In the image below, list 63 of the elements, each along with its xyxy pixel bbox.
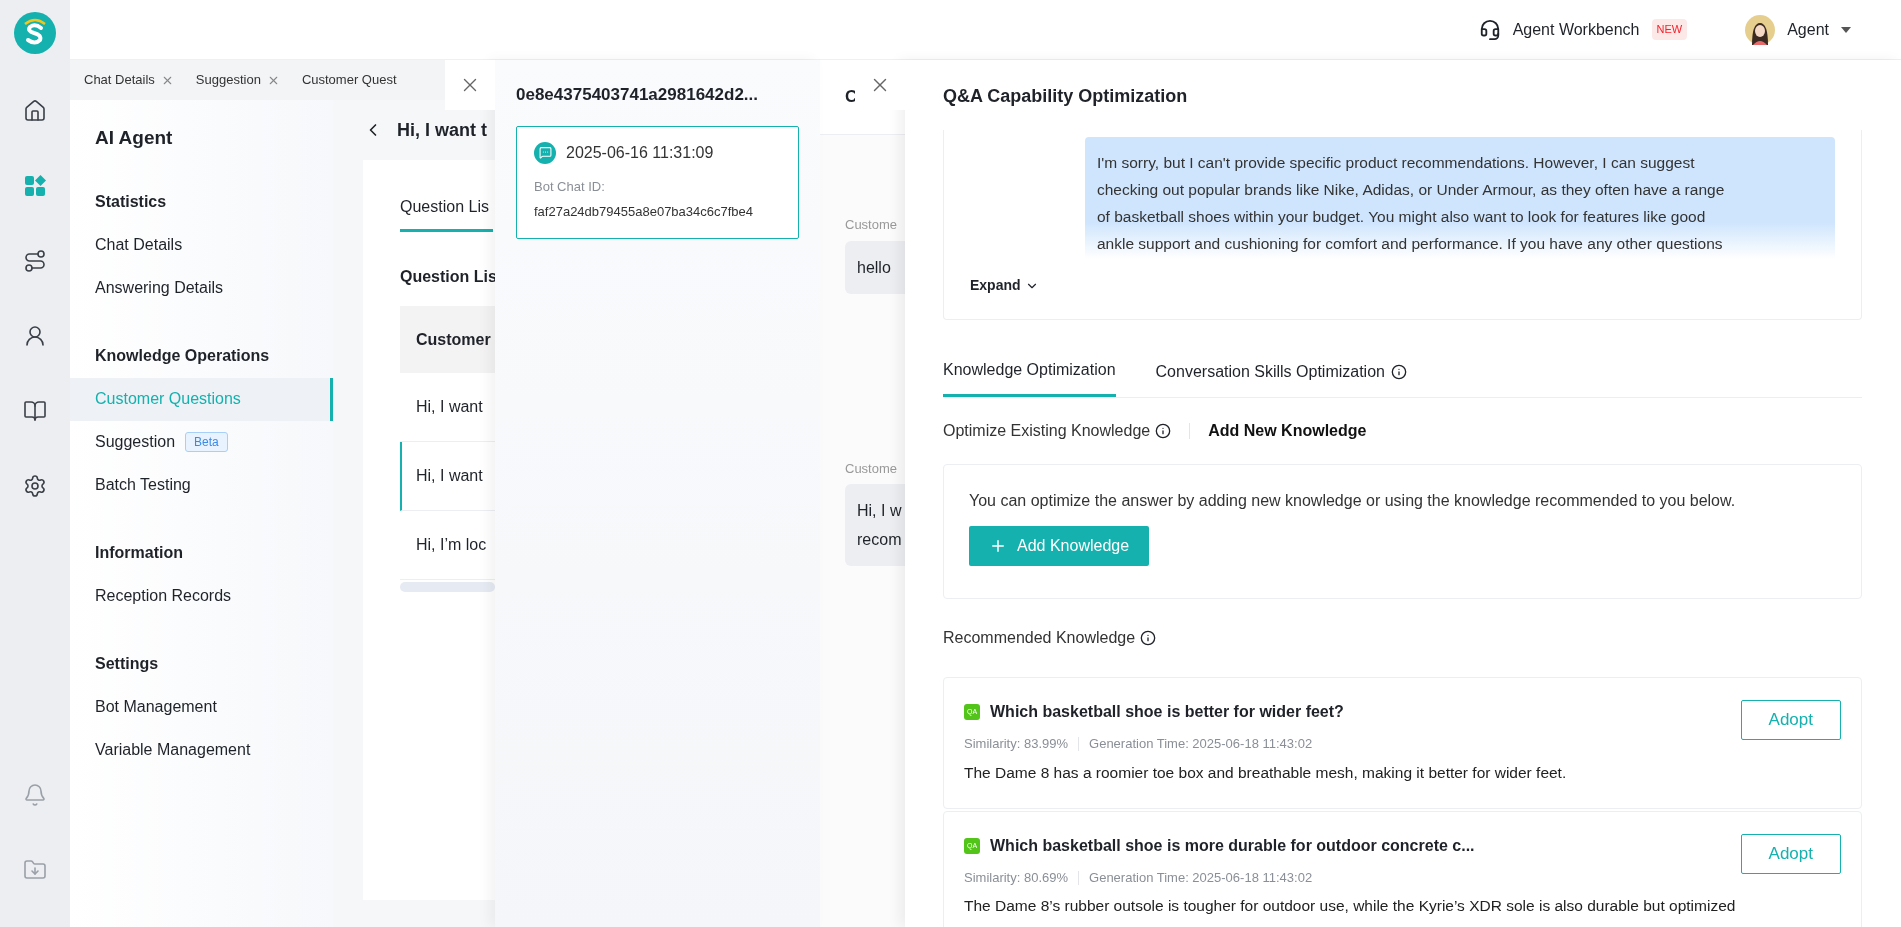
logo-icon bbox=[14, 12, 56, 54]
workbench-link[interactable]: Agent Workbench bbox=[1512, 17, 1640, 42]
sender-label: Custome bbox=[845, 216, 899, 234]
book-icon[interactable] bbox=[23, 399, 47, 423]
sidebar-item[interactable]: Variable Management bbox=[70, 728, 333, 772]
avatar-icon[interactable] bbox=[1745, 14, 1776, 45]
knowledge-answer: The Dame 8 has a roomier toe box and breathable mesh, making it better for wider feet. bbox=[964, 762, 1568, 783]
sidebar-heading: Knowledge Operations bbox=[94, 346, 271, 366]
scrollbar[interactable] bbox=[400, 582, 495, 592]
tab[interactable]: Knowledge Optimization bbox=[943, 350, 1116, 397]
settings-icon[interactable] bbox=[23, 474, 47, 498]
sidebar-heading: Statistics bbox=[94, 192, 168, 212]
generation-time: Generation Time: 2025-06-18 11:43:02 bbox=[1089, 868, 1313, 887]
person-icon[interactable] bbox=[23, 324, 47, 348]
drawer-title: Q&A Capability Optimization bbox=[943, 84, 1188, 108]
caret-icon[interactable] bbox=[1841, 26, 1851, 33]
chat-icon bbox=[534, 141, 556, 164]
tab[interactable]: Conversation Skills Optimization bbox=[1155, 350, 1407, 397]
generation-time: Generation Time: 2025-06-18 11:43:02 bbox=[1089, 735, 1313, 753]
sidebar-item[interactable]: Chat Details bbox=[70, 223, 333, 267]
sidebar-item[interactable]: Suggestion Beta bbox=[70, 420, 333, 464]
message-bubble: hello bbox=[845, 240, 905, 294]
route-icon[interactable] bbox=[23, 249, 47, 273]
record-id-label: Bot Chat ID: bbox=[534, 177, 606, 196]
record-time: 2025-06-16 11:31:09 bbox=[566, 142, 714, 163]
page-title: Hi, I want t bbox=[397, 118, 487, 142]
sender-label: Custome bbox=[845, 459, 899, 478]
knowledge-title: Which basketball shoe is more durable for outdoor concrete c... bbox=[990, 835, 1475, 856]
column-header: Customer bbox=[416, 329, 491, 350]
sidebar-item[interactable]: Bot Management bbox=[70, 685, 333, 729]
user-name[interactable]: Agent bbox=[1787, 17, 1829, 42]
new-badge: NEW bbox=[1651, 19, 1688, 40]
sub-tab[interactable]: Optimize Existing Knowledge bbox=[943, 419, 1172, 443]
expand-button[interactable]: Expand bbox=[970, 275, 1039, 296]
similarity-text: Similarity: 83.99% bbox=[964, 735, 1069, 753]
sidebar-title: AI Agent bbox=[94, 126, 174, 150]
beta-badge: Beta bbox=[185, 432, 228, 452]
info-icon[interactable] bbox=[1390, 363, 1407, 380]
answer-bubble: I'm sorry, but I can't provide specific product recommendations. However, I can suggest checking out popular brands like Nike, Adidas, or Under Armour, as they often have a range of basketball shoes within your budget. You might also want to look for features like good ankle support and cushioning for comfort and performance. If you have any other questions bbox=[1085, 137, 1835, 259]
page-tab[interactable]: Chat Details bbox=[84, 70, 155, 90]
section-title: Recommended Knowledge bbox=[943, 628, 1136, 648]
page-tab[interactable]: Suggestion bbox=[195, 70, 261, 90]
record-id: faf27a24db79455a8e07ba34c6c7fbe4 bbox=[534, 203, 755, 221]
apps-icon bbox=[23, 174, 47, 198]
drawer-title: 0e8e4375403741a2981642d2... bbox=[516, 84, 759, 106]
sidebar-item[interactable]: Batch Testing bbox=[70, 463, 333, 507]
sidebar-heading: Settings bbox=[94, 654, 160, 674]
headset-icon[interactable] bbox=[1478, 18, 1501, 41]
similarity-text: Similarity: 80.69% bbox=[964, 868, 1069, 887]
sidebar-item[interactable]: Answering Details bbox=[70, 266, 333, 310]
sidebar-heading: Information bbox=[94, 543, 184, 563]
knowledge-title: Which basketball shoe is better for wider feet? bbox=[990, 702, 1344, 722]
sub-tab[interactable]: Add New Knowledge bbox=[1208, 419, 1367, 443]
sidebar-item[interactable]: Reception Records bbox=[70, 574, 333, 618]
message-bubble: Hi, I w recom bbox=[845, 484, 905, 566]
page-tab[interactable]: Customer Quest bbox=[301, 70, 397, 90]
knowledge-answer: The Dame 8’s rubber outsole is tougher for outdoor use, while the Kyrie’s XDR sole is also durable but optimized bbox=[964, 896, 1737, 917]
info-icon[interactable] bbox=[1155, 423, 1172, 439]
list-tab[interactable]: Question Lis bbox=[400, 195, 493, 232]
chat-record-card[interactable]: 2025-06-16 11:31:09 Bot Chat ID: faf27a24db79455a8e07ba34c6c7fbe4 bbox=[516, 125, 799, 239]
home-icon[interactable] bbox=[23, 99, 47, 123]
hint-text: You can optimize the answer by adding new knowledge or using the knowledge recommended to you below. bbox=[969, 491, 1737, 511]
info-icon[interactable] bbox=[1140, 630, 1157, 646]
